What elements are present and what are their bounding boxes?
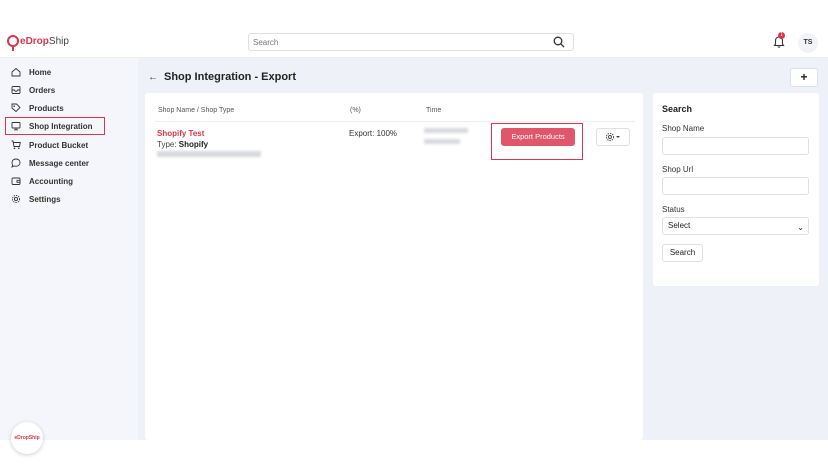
pin-logo-icon	[7, 35, 19, 51]
sidebar-item-products[interactable]: Products	[6, 100, 106, 116]
sidebar-item-label: Products	[29, 103, 64, 113]
sidebar-item-label: Accounting	[29, 176, 73, 186]
sidebar-item-label: Home	[29, 67, 52, 77]
sidebar-item-orders[interactable]: Orders	[6, 82, 106, 98]
shop-name-link[interactable]: Shopify Test	[157, 129, 204, 138]
home-icon	[11, 67, 21, 77]
sidebar-item-settings[interactable]: Settings	[6, 191, 106, 207]
sidebar-item-label: Message center	[29, 158, 90, 168]
column-header-percent: (%)	[350, 107, 361, 114]
tag-icon	[11, 103, 21, 113]
column-header-shop: Shop Name / Shop Type	[158, 107, 235, 114]
export-table-card: Shop Name / Shop Type (%) Time Shopify T…	[145, 93, 643, 440]
help-chat-bubble[interactable]: eDropShip	[11, 422, 43, 454]
search-filter-panel: Search Shop Name Shop Url Status Select …	[653, 93, 819, 286]
sidebar-item-product-bucket[interactable]: Product Bucket	[6, 137, 106, 153]
top-bar: eDropShip 1 TS	[0, 28, 828, 58]
status-select[interactable]: Select ⌄	[662, 217, 809, 235]
blurred-shop-url	[157, 151, 261, 157]
sidebar-item-label: Settings	[29, 194, 61, 204]
header-divider	[155, 121, 635, 122]
column-header-time: Time	[426, 107, 442, 114]
monitor-icon	[11, 122, 21, 131]
gear-icon	[11, 194, 21, 204]
add-button[interactable]: +	[790, 68, 818, 87]
shop-type: Type: Shopify	[157, 140, 208, 149]
sidebar-item-label: Orders	[29, 85, 56, 95]
main-content: ← Shop Integration - Export + Shop Name …	[138, 58, 828, 440]
notification-badge: 1	[778, 32, 785, 39]
logo[interactable]: e Drop Ship	[7, 35, 69, 51]
shop-url-label: Shop Url	[662, 165, 694, 174]
cart-icon	[11, 140, 21, 150]
avatar[interactable]: TS	[798, 33, 818, 53]
sidebar: Home Orders Products Shop Integration Pr…	[0, 58, 138, 454]
sidebar-item-accounting[interactable]: Accounting	[6, 173, 106, 189]
status-selected-value: Select	[668, 221, 691, 230]
chevron-down-icon: ⌄	[797, 223, 804, 232]
sidebar-item-shop-integration[interactable]: Shop Integration	[5, 117, 105, 135]
back-arrow-icon[interactable]: ←	[148, 72, 158, 83]
export-percentage: Export: 100%	[349, 129, 398, 138]
row-settings-dropdown[interactable]	[596, 128, 630, 146]
logo-drop: Drop	[25, 35, 49, 47]
sidebar-item-label: Product Bucket	[29, 140, 89, 150]
shop-type-value: Shopify	[178, 140, 209, 149]
global-search	[248, 33, 574, 51]
app-window: eDropShip 1 TS Home Orders Products	[0, 28, 828, 454]
search-input[interactable]	[249, 34, 539, 50]
shop-name-field[interactable]	[662, 137, 809, 155]
shop-url-field[interactable]	[662, 177, 809, 195]
wallet-icon	[11, 177, 21, 185]
filter-title: Search	[662, 104, 693, 114]
sidebar-item-label: Shop Integration	[29, 121, 93, 131]
search-icon[interactable]	[553, 36, 565, 48]
inbox-icon	[11, 86, 21, 94]
sidebar-item-home[interactable]: Home	[6, 64, 106, 80]
status-label: Status	[662, 205, 685, 214]
search-button[interactable]: Search	[662, 244, 703, 262]
gear-icon	[605, 132, 620, 142]
shop-name-label: Shop Name	[662, 124, 705, 133]
page-title: Shop Integration - Export	[164, 71, 296, 83]
blurred-timestamp-2	[424, 139, 460, 144]
sidebar-item-message-center[interactable]: Message center	[6, 155, 106, 171]
blurred-timestamp	[424, 128, 468, 133]
shop-type-prefix: Type:	[157, 140, 179, 149]
export-products-button[interactable]: Export Products	[501, 128, 575, 146]
logo-ship: Ship	[48, 35, 69, 47]
chat-icon	[11, 158, 21, 168]
